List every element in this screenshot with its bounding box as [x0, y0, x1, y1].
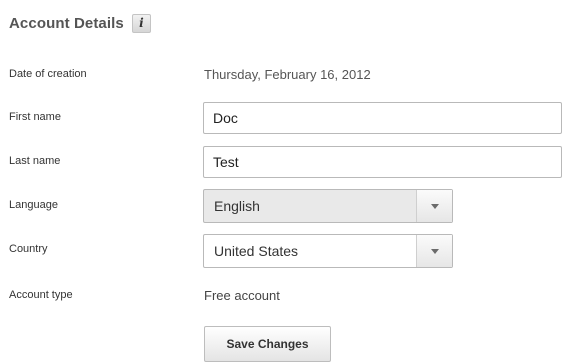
chevron-down-icon[interactable] — [416, 190, 452, 222]
account-type-row: Account type Free account — [0, 282, 565, 318]
date-of-creation-value: Thursday, February 16, 2012 — [204, 67, 371, 82]
last-name-row: Last name — [0, 144, 565, 180]
section-title: Account Details — [9, 14, 124, 32]
info-icon[interactable]: i — [131, 13, 151, 33]
first-name-field[interactable] — [203, 102, 562, 134]
language-label: Language — [9, 199, 58, 211]
language-selected-value: English — [214, 198, 260, 214]
language-select[interactable]: English — [203, 189, 453, 223]
last-name-field[interactable] — [203, 146, 562, 178]
chevron-down-icon[interactable] — [416, 235, 452, 267]
country-select[interactable]: United States — [203, 234, 453, 268]
country-row: Country United States — [0, 232, 565, 268]
first-name-label: First name — [9, 111, 61, 123]
section-heading: Account Details i — [9, 12, 151, 34]
save-changes-button[interactable]: Save Changes — [204, 326, 331, 362]
date-of-creation-row: Date of creation Thursday, February 16, … — [0, 60, 565, 96]
date-of-creation-label: Date of creation — [9, 68, 87, 80]
first-name-row: First name — [0, 100, 565, 136]
last-name-label: Last name — [9, 155, 61, 167]
account-type-value: Free account — [204, 288, 280, 303]
country-label: Country — [9, 243, 48, 255]
account-type-label: Account type — [9, 289, 73, 301]
country-selected-value: United States — [214, 243, 299, 259]
language-row: Language English — [0, 188, 565, 224]
